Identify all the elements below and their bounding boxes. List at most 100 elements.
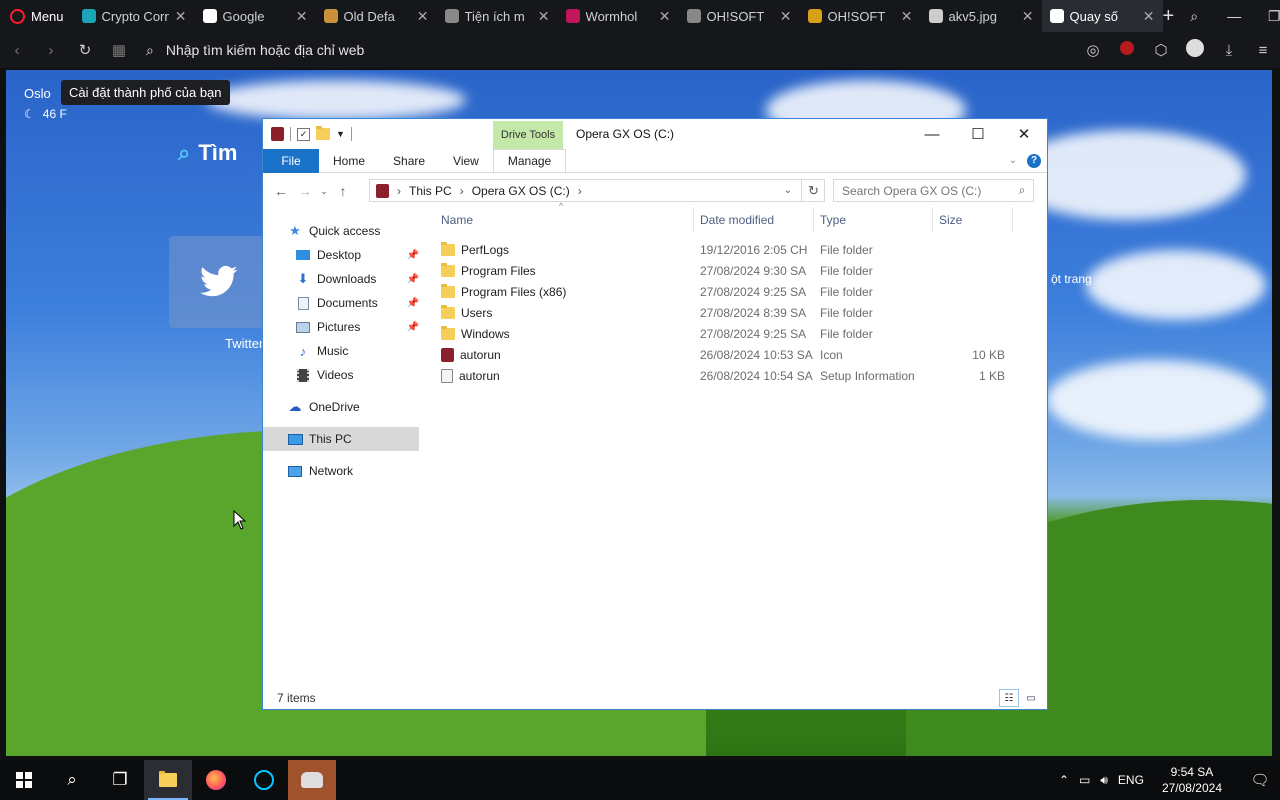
breadcrumb-separator-icon[interactable]: › (460, 184, 464, 198)
ribbon-tab-file[interactable]: File (263, 148, 319, 173)
close-tab-icon[interactable]: ✕ (296, 8, 308, 25)
volume-icon[interactable]: 🔊︎ (1100, 773, 1108, 788)
start-button[interactable] (0, 760, 48, 800)
browser-tab[interactable]: Quay số ✕ (1041, 0, 1163, 32)
nav-item-documents[interactable]: Documents 📌 (263, 291, 433, 315)
nav-onedrive[interactable]: ☁ OneDrive (263, 395, 433, 419)
twitter-tile[interactable] (169, 236, 269, 328)
address-dropdown-chevron-icon[interactable]: ⌄ (784, 185, 792, 196)
explorer-minimize-button[interactable]: — (909, 119, 955, 149)
refresh-icon[interactable]: ↻ (801, 179, 825, 202)
nav-item-desktop[interactable]: Desktop 📌 (263, 243, 433, 267)
action-center-icon[interactable]: 🗨︎ (1240, 771, 1280, 789)
show-hidden-icons-chevron-icon[interactable]: ⌃ (1059, 773, 1069, 787)
forward-button[interactable]: › (34, 42, 68, 59)
nav-item-downloads[interactable]: ⬇ Downloads 📌 (263, 267, 433, 291)
breadcrumb-drive[interactable]: Opera GX OS (C:) (472, 184, 570, 198)
maximize-button[interactable]: ❐ (1254, 8, 1280, 25)
browser-tab[interactable]: OH!SOFT ✕ (800, 0, 921, 32)
close-tab-icon[interactable]: ✕ (901, 8, 913, 25)
close-tab-icon[interactable]: ✕ (1022, 8, 1034, 25)
ribbon-tab-view[interactable]: View (439, 149, 493, 173)
close-tab-icon[interactable]: ✕ (1143, 8, 1155, 25)
new-tab-button[interactable]: + (1163, 5, 1175, 28)
back-arrow-icon[interactable]: ← (269, 183, 293, 199)
nav-network[interactable]: Network (263, 459, 433, 483)
new-folder-icon[interactable] (316, 126, 330, 140)
file-row[interactable]: Program Files (x86) 27/08/2024 9:25 SA Fil… (435, 281, 1035, 302)
address-breadcrumb[interactable]: › This PC › Opera GX OS (C:) › ⌄ (369, 179, 825, 202)
close-tab-icon[interactable]: ✕ (780, 8, 792, 25)
file-row[interactable]: Users 27/08/2024 8:39 SA File folder (435, 302, 1035, 323)
close-tab-icon[interactable]: ✕ (417, 8, 429, 25)
taskbar-search-icon[interactable]: ⌕ (48, 760, 96, 800)
reload-button[interactable]: ↻ (68, 41, 102, 59)
browser-tab[interactable]: Old Defa ✕ (316, 0, 437, 32)
breadcrumb-separator-icon[interactable]: › (397, 184, 401, 198)
network-tray-icon[interactable]: ▭ (1079, 773, 1090, 787)
qat-dropdown-icon[interactable]: ▼ (336, 129, 345, 139)
expand-ribbon-chevron-icon[interactable]: ⌄ (1009, 155, 1017, 166)
explorer-search-input[interactable] (842, 183, 1011, 198)
task-view-icon[interactable]: ❐ (96, 760, 144, 800)
up-arrow-icon[interactable]: ↑ (331, 183, 355, 199)
browser-tab[interactable]: akv5.jpg ✕ (921, 0, 1042, 32)
ribbon-tab-home[interactable]: Home (319, 149, 379, 173)
minimize-button[interactable]: — (1214, 8, 1254, 25)
snapshot-camera-icon[interactable]: ◎ (1076, 41, 1110, 59)
firefox-taskbar-icon[interactable] (192, 760, 240, 800)
profile-avatar-icon[interactable] (1178, 39, 1212, 61)
speed-dial-search[interactable]: ⌕ Tìm (178, 140, 237, 166)
column-header-name[interactable]: Name (435, 207, 694, 233)
nav-this-pc[interactable]: This PC (263, 427, 419, 451)
help-icon[interactable]: ? (1027, 153, 1041, 168)
browser-tab[interactable]: Wormhol ✕ (558, 0, 679, 32)
large-icons-view-icon[interactable]: ▭ (1021, 689, 1041, 707)
close-tab-icon[interactable]: ✕ (175, 8, 187, 25)
close-tab-icon[interactable]: ✕ (659, 8, 671, 25)
nav-item-videos[interactable]: Videos (263, 363, 433, 387)
column-header-size[interactable]: Size (933, 207, 1013, 233)
nav-item-music[interactable]: ♪ Music (263, 339, 433, 363)
speed-dial-grid-icon[interactable]: ▦ (102, 41, 136, 59)
file-row[interactable]: autorun 26/08/2024 10:54 SA Setup Informat… (435, 365, 1035, 386)
taskbar-clock[interactable]: 9:54 SA 27/08/2024 (1154, 764, 1230, 796)
nav-item-pictures[interactable]: Pictures 📌 (263, 315, 433, 339)
breadcrumb-separator-icon[interactable]: › (578, 184, 582, 198)
recent-locations-chevron-icon[interactable]: ⌄ (317, 186, 331, 197)
file-row[interactable]: Program Files 27/08/2024 9:30 SA File fold… (435, 260, 1035, 281)
forward-arrow-icon[interactable]: → (293, 183, 317, 199)
file-row[interactable]: Windows 27/08/2024 9:25 SA File folder (435, 323, 1035, 344)
properties-check-icon[interactable]: ✓ (297, 127, 310, 141)
file-row[interactable]: autorun 26/08/2024 10:53 SA Icon 10 KB (435, 344, 1035, 365)
column-header-date[interactable]: Date modified (694, 207, 814, 233)
details-view-icon[interactable]: ☷ (999, 689, 1019, 707)
address-field[interactable]: ⌕ Nhập tìm kiếm hoặc địa chỉ web (136, 36, 1076, 64)
opera-menu-button[interactable]: Menu (0, 0, 74, 32)
downloads-icon[interactable]: ⤓ (1212, 42, 1246, 59)
easy-setup-icon[interactable]: ≡ (1246, 42, 1280, 59)
add-site-label[interactable]: ột trang (1051, 272, 1092, 286)
explorer-maximize-button[interactable]: ☐ (955, 119, 1001, 149)
breadcrumb-this-pc[interactable]: This PC (409, 184, 452, 198)
opera-gx-taskbar-icon[interactable] (240, 760, 288, 800)
file-row[interactable]: PerfLogs 19/12/2016 2:05 CH File folder (435, 239, 1035, 260)
ublock-icon[interactable] (1110, 41, 1144, 59)
extensions-cube-icon[interactable]: ⬡ (1144, 41, 1178, 59)
ribbon-tab-manage[interactable]: Manage (492, 148, 567, 174)
column-header-type[interactable]: Type (814, 207, 933, 233)
browser-tab[interactable]: Crypto Corne ✕ (74, 0, 195, 32)
close-tab-icon[interactable]: ✕ (538, 8, 550, 25)
browser-tab[interactable]: OH!SOFT ✕ (679, 0, 800, 32)
browser-tab[interactable]: Tiện ích m ✕ (437, 0, 558, 32)
language-indicator[interactable]: ENG (1118, 773, 1144, 787)
browser-tab[interactable]: Google ✕ (195, 0, 316, 32)
gimp-taskbar-icon[interactable] (288, 760, 336, 800)
back-button[interactable]: ‹ (0, 42, 34, 59)
nav-quick-access[interactable]: ★ Quick access (263, 219, 433, 243)
explorer-search-field[interactable]: ⌕ (833, 179, 1034, 202)
file-explorer-taskbar-icon[interactable] (144, 760, 192, 800)
ribbon-tab-share[interactable]: Share (379, 149, 439, 173)
tab-search-icon[interactable]: ⌕ (1174, 8, 1214, 25)
explorer-close-button[interactable]: ✕ (1001, 119, 1047, 149)
